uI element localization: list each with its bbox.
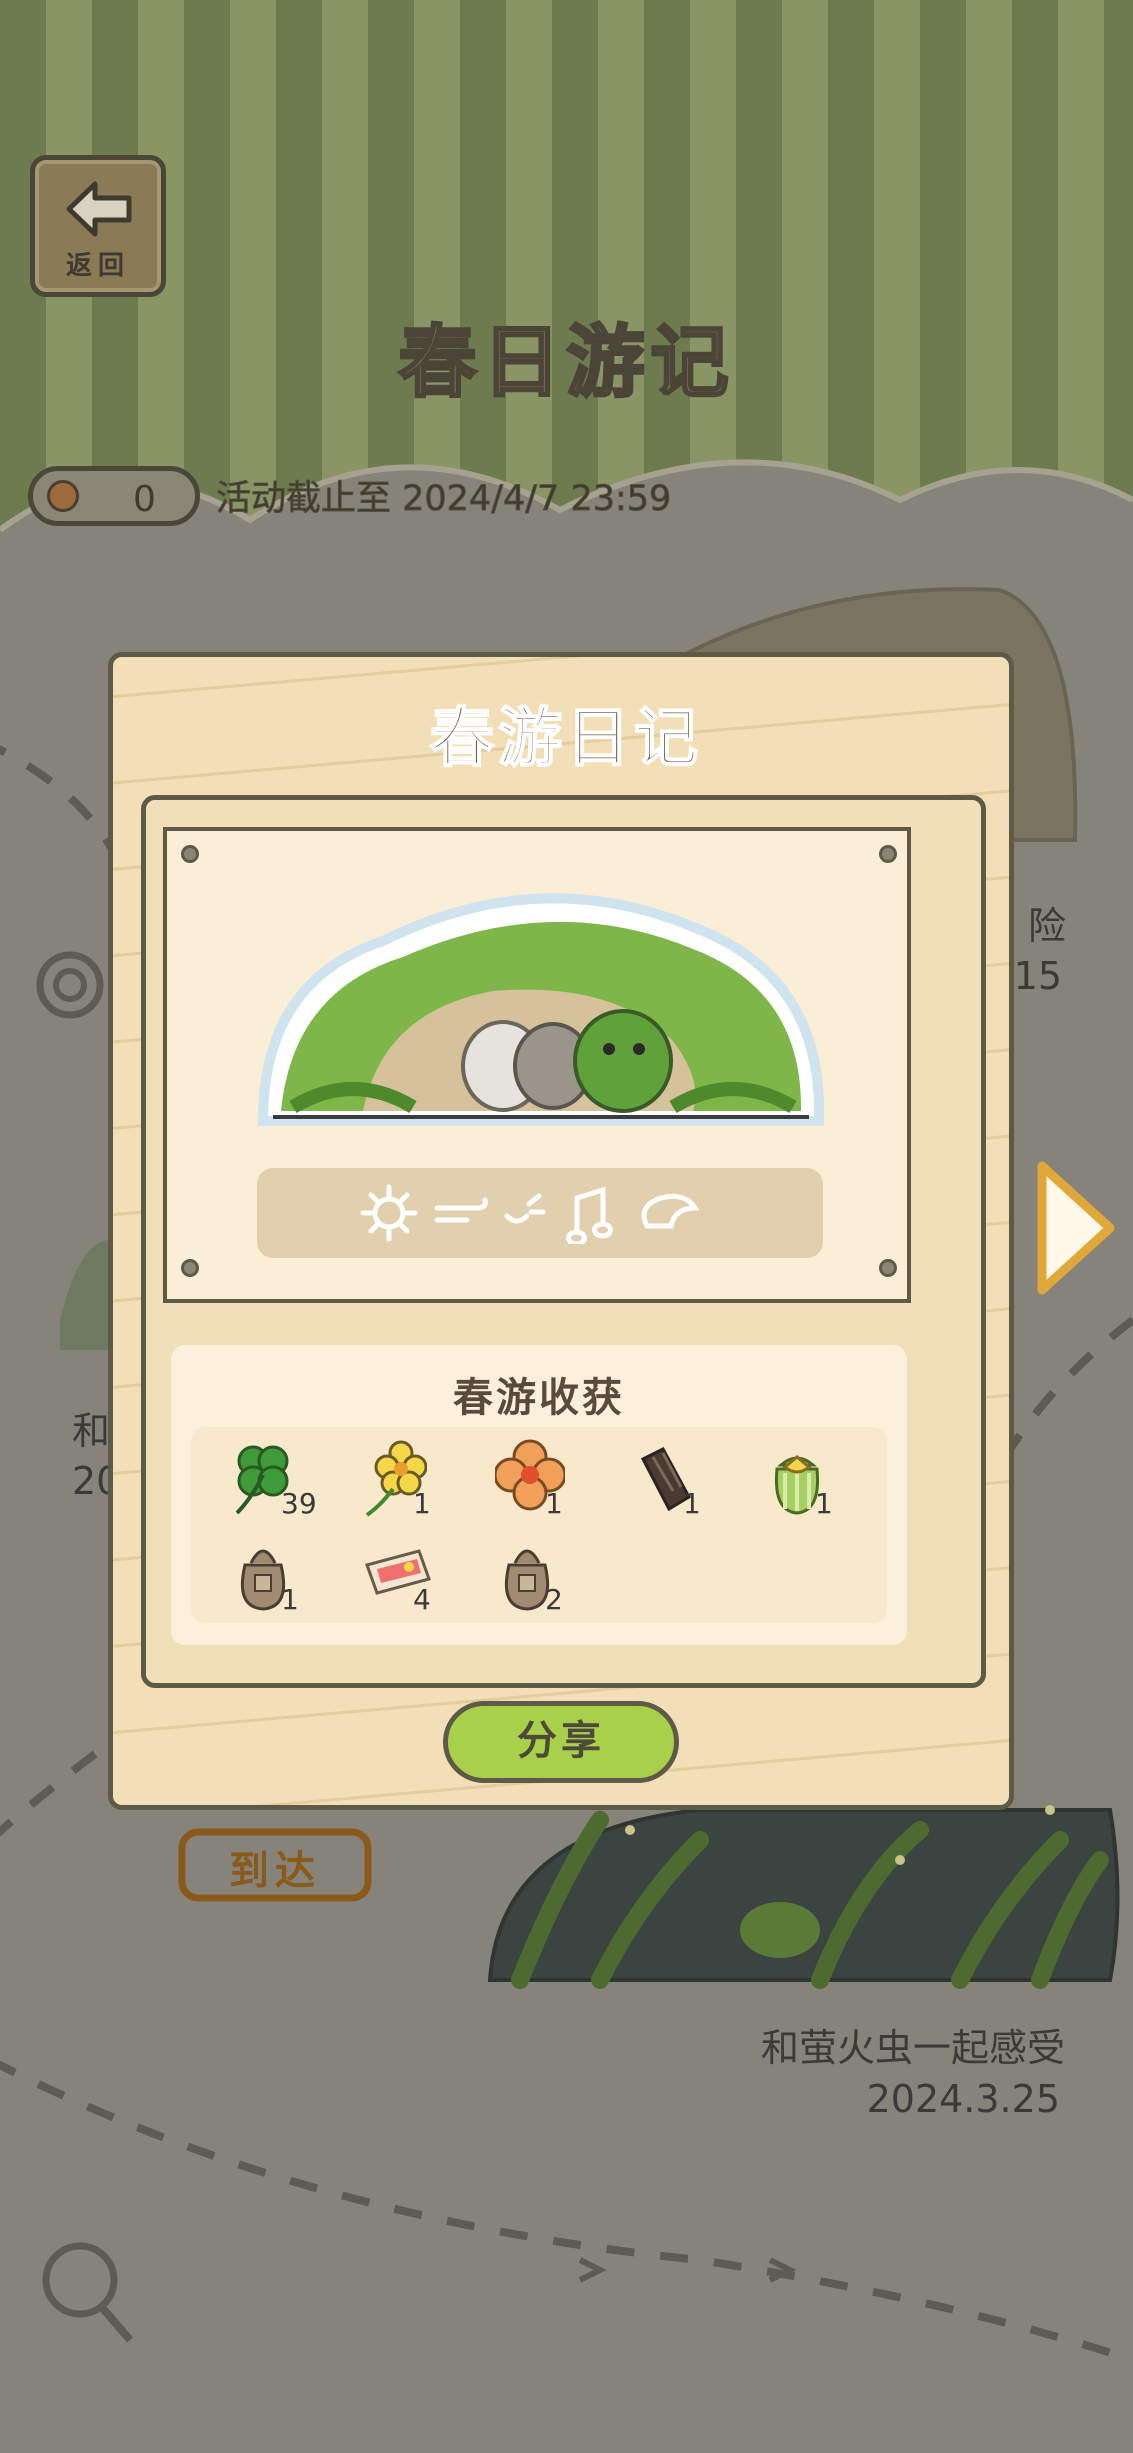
back-button[interactable]: 返回	[30, 155, 166, 297]
pin-icon	[181, 1259, 199, 1277]
sun-wind-music-doodle-icon	[360, 1184, 700, 1244]
pin-icon	[181, 845, 199, 863]
harvest-item: 4	[345, 1531, 455, 1621]
page-title: 春日游记	[397, 317, 735, 410]
item-count: 1	[545, 1487, 563, 1520]
pin-icon	[879, 845, 897, 863]
item-count: 1	[281, 1583, 299, 1616]
cave-scene-illustration	[257, 893, 825, 1126]
harvest-item: 1	[213, 1531, 323, 1621]
scene-date: 2024.3.25	[866, 2077, 1060, 2121]
scene-title: 和萤火虫一起感受	[760, 2026, 1065, 2070]
harvest-section: 春游收获 39 1 1 1 1 1 4 2	[171, 1345, 907, 1645]
mood-doodle-bar	[257, 1168, 823, 1258]
item-count: 1	[683, 1487, 701, 1520]
pin-icon	[879, 1259, 897, 1277]
map-date-partial-left: 20	[72, 1459, 121, 1503]
clover-count: 0	[133, 479, 156, 520]
item-count: 39	[281, 1487, 317, 1520]
harvest-item: 39	[213, 1435, 323, 1525]
harvest-item: 1	[345, 1435, 455, 1525]
harvest-item: 1	[615, 1435, 725, 1525]
harvest-item-grid: 39 1 1 1 1 1 4 2	[191, 1427, 887, 1623]
harvest-item: 1	[747, 1435, 857, 1525]
harvest-item: 2	[477, 1531, 587, 1621]
event-deadline: 活动截止至 2024/4/7 23:59	[215, 479, 672, 520]
back-label: 返回	[65, 251, 130, 281]
item-count: 1	[815, 1487, 833, 1520]
clover-counter: 0	[28, 466, 200, 526]
share-button[interactable]: 分享	[443, 1701, 679, 1783]
postcard	[163, 827, 911, 1303]
spring-diary-dialog: 春游日记 春游收获 39 1 1 1 1 1 4 2 分享	[108, 652, 1014, 1810]
item-count: 2	[545, 1583, 563, 1616]
harvest-title: 春游收获	[453, 1375, 625, 1421]
item-count: 4	[413, 1583, 431, 1616]
arrive-stamp[interactable]: 到达	[182, 1840, 368, 1906]
back-arrow-icon	[66, 181, 132, 237]
item-count: 1	[413, 1487, 431, 1520]
map-label-partial-left: 和	[72, 1409, 111, 1453]
harvest-item: 1	[477, 1435, 587, 1525]
next-page-arrow-icon[interactable]	[1030, 1158, 1120, 1298]
dialog-title: 春游日记	[429, 701, 702, 777]
clover-coin-icon	[47, 480, 79, 512]
